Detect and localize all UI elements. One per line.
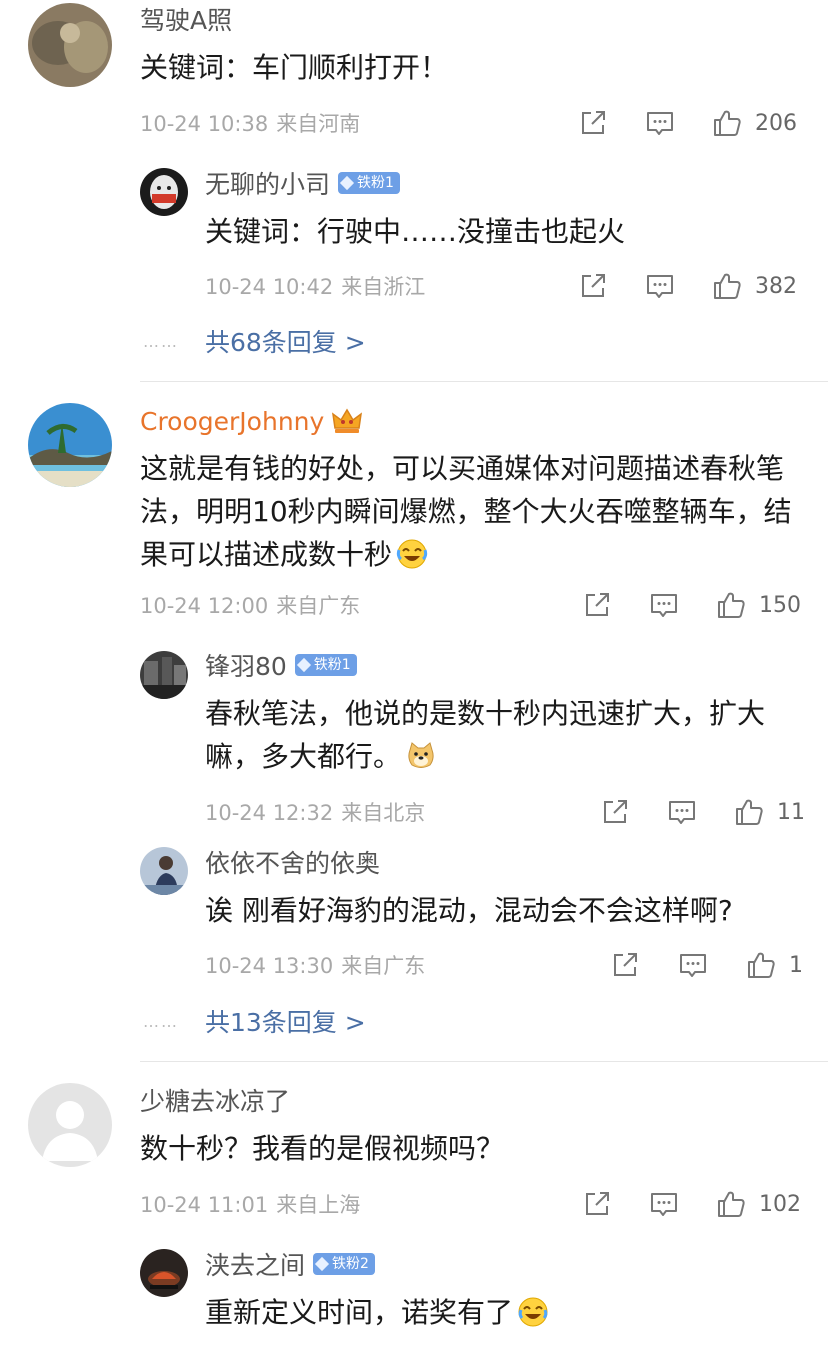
reply-username[interactable]: 浃去之间 铁粉2 <box>205 1251 375 1281</box>
like-icon[interactable] <box>716 1189 746 1219</box>
dots-decoration: …… <box>143 1012 179 1031</box>
share-icon[interactable] <box>600 797 630 827</box>
avatar[interactable] <box>140 1249 188 1297</box>
like-count: 1 <box>789 953 803 978</box>
comment-location: 来自广东 <box>276 594 361 618</box>
avatar[interactable] <box>140 847 188 895</box>
laugh-cry-emoji <box>396 539 428 569</box>
reply-meta: 10-24 12:32 来自北京 <box>205 800 433 826</box>
share-icon[interactable] <box>582 1189 612 1219</box>
like-count: 382 <box>755 274 797 299</box>
reply-username[interactable]: 无聊的小司 铁粉1 <box>205 170 400 200</box>
share-icon[interactable] <box>610 950 640 980</box>
like-icon[interactable] <box>712 271 742 301</box>
diamond-icon <box>296 657 311 673</box>
laugh-emoji <box>518 1297 548 1327</box>
comment-icon[interactable] <box>649 1189 679 1219</box>
comment-text: 关键词：车门顺利打开！ <box>140 51 449 84</box>
fan-badge: 铁粉1 <box>338 172 400 194</box>
like-icon[interactable] <box>716 590 746 620</box>
reply-time: 10-24 10:42 <box>205 275 334 299</box>
more-replies-link[interactable]: 共13条回复 > <box>205 1008 366 1038</box>
comment-icon[interactable] <box>645 108 675 138</box>
avatar[interactable] <box>140 168 188 216</box>
like-icon[interactable] <box>712 108 742 138</box>
diamond-icon <box>339 175 355 191</box>
reply-text: 诶 刚看好海豹的混动，混动会不会这样啊? <box>205 894 733 927</box>
comment-username-text: CroogerJohnny <box>140 407 325 436</box>
reply-username-text: 浃去之间 <box>205 1251 306 1280</box>
like-icon[interactable] <box>734 797 764 827</box>
reply-location: 来自浙江 <box>341 275 426 299</box>
reply-location: 来自广东 <box>341 954 426 978</box>
comment-icon[interactable] <box>678 950 708 980</box>
share-icon[interactable] <box>578 108 608 138</box>
reply-text: 关键词：行驶中……没撞击也起火 <box>205 215 626 248</box>
like-count: 11 <box>777 800 805 825</box>
comment-icon[interactable] <box>645 271 675 301</box>
like-count: 150 <box>759 593 801 618</box>
diamond-icon <box>314 1256 330 1272</box>
comment-text: 数十秒？我看的是假视频吗？ <box>140 1132 505 1165</box>
share-icon[interactable] <box>582 590 612 620</box>
reply-time: 10-24 12:32 <box>205 801 334 825</box>
comment-username[interactable]: 少糖去冰凉了 <box>140 1087 290 1117</box>
fan-badge-text: 铁粉1 <box>357 175 394 191</box>
doge-emoji <box>408 742 434 768</box>
comment-username[interactable]: 驾驶A照 <box>140 6 232 36</box>
comment-time: 10-24 12:00 <box>140 594 269 618</box>
reply-time: 10-24 13:30 <box>205 954 334 978</box>
like-count: 206 <box>755 111 797 136</box>
fan-badge-text: 铁粉1 <box>313 657 351 673</box>
avatar[interactable] <box>28 403 112 487</box>
comment-text: 这就是有钱的好处，可以买通媒体对问题描述春秋笔法，明明10秒内瞬间爆燃，整个大火… <box>140 447 800 576</box>
reply-text-body: 重新定义时间，诺奖有了 <box>205 1296 514 1329</box>
share-icon[interactable] <box>578 271 608 301</box>
comment-icon[interactable] <box>667 797 697 827</box>
like-count: 102 <box>759 1192 801 1217</box>
like-icon[interactable] <box>746 950 776 980</box>
comment-username[interactable]: CroogerJohnny <box>140 407 363 437</box>
reply-meta: 10-24 10:42 来自浙江 <box>205 274 433 300</box>
reply-meta: 10-24 13:30 来自广东 <box>205 953 433 979</box>
fan-badge-text: 铁粉2 <box>332 1256 369 1272</box>
fan-badge: 铁粉2 <box>313 1253 375 1275</box>
reply-location: 来自北京 <box>341 801 426 825</box>
more-replies-link[interactable]: 共68条回复 > <box>205 328 366 358</box>
comment-meta: 10-24 11:01 来自上海 <box>140 1192 368 1218</box>
divider <box>140 1061 828 1062</box>
comment-icon[interactable] <box>649 590 679 620</box>
fan-badge: 铁粉1 <box>294 654 357 676</box>
comment-meta: 10-24 12:00 来自广东 <box>140 593 368 619</box>
avatar[interactable] <box>28 1083 112 1167</box>
reply-username-text: 无聊的小司 <box>205 170 331 199</box>
reply-username-text: 锋羽80 <box>205 652 287 681</box>
comment-text-body: 这就是有钱的好处，可以买通媒体对问题描述春秋笔法，明明10秒内瞬间爆燃，整个大火… <box>140 452 792 571</box>
divider <box>140 381 828 382</box>
comment-meta: 10-24 10:38 来自河南 <box>140 111 368 137</box>
comment-time: 10-24 11:01 <box>140 1193 269 1217</box>
reply-text-body: 春秋笔法，他说的是数十秒内迅速扩大，扩大嘛，多大都行。 <box>205 697 766 773</box>
comment-location: 来自上海 <box>276 1193 361 1217</box>
comment-location: 来自河南 <box>276 112 361 136</box>
dots-decoration: …… <box>143 332 179 351</box>
avatar[interactable] <box>28 3 112 87</box>
reply-text: 春秋笔法，他说的是数十秒内迅速扩大，扩大嘛，多大都行。 <box>205 692 795 778</box>
reply-text: 重新定义时间，诺奖有了 <box>205 1291 805 1334</box>
comment-time: 10-24 10:38 <box>140 112 269 136</box>
avatar[interactable] <box>140 651 188 699</box>
reply-username[interactable]: 锋羽80 铁粉1 <box>205 652 357 682</box>
crown-icon <box>332 408 363 433</box>
reply-username[interactable]: 依依不舍的依奥 <box>205 849 380 879</box>
